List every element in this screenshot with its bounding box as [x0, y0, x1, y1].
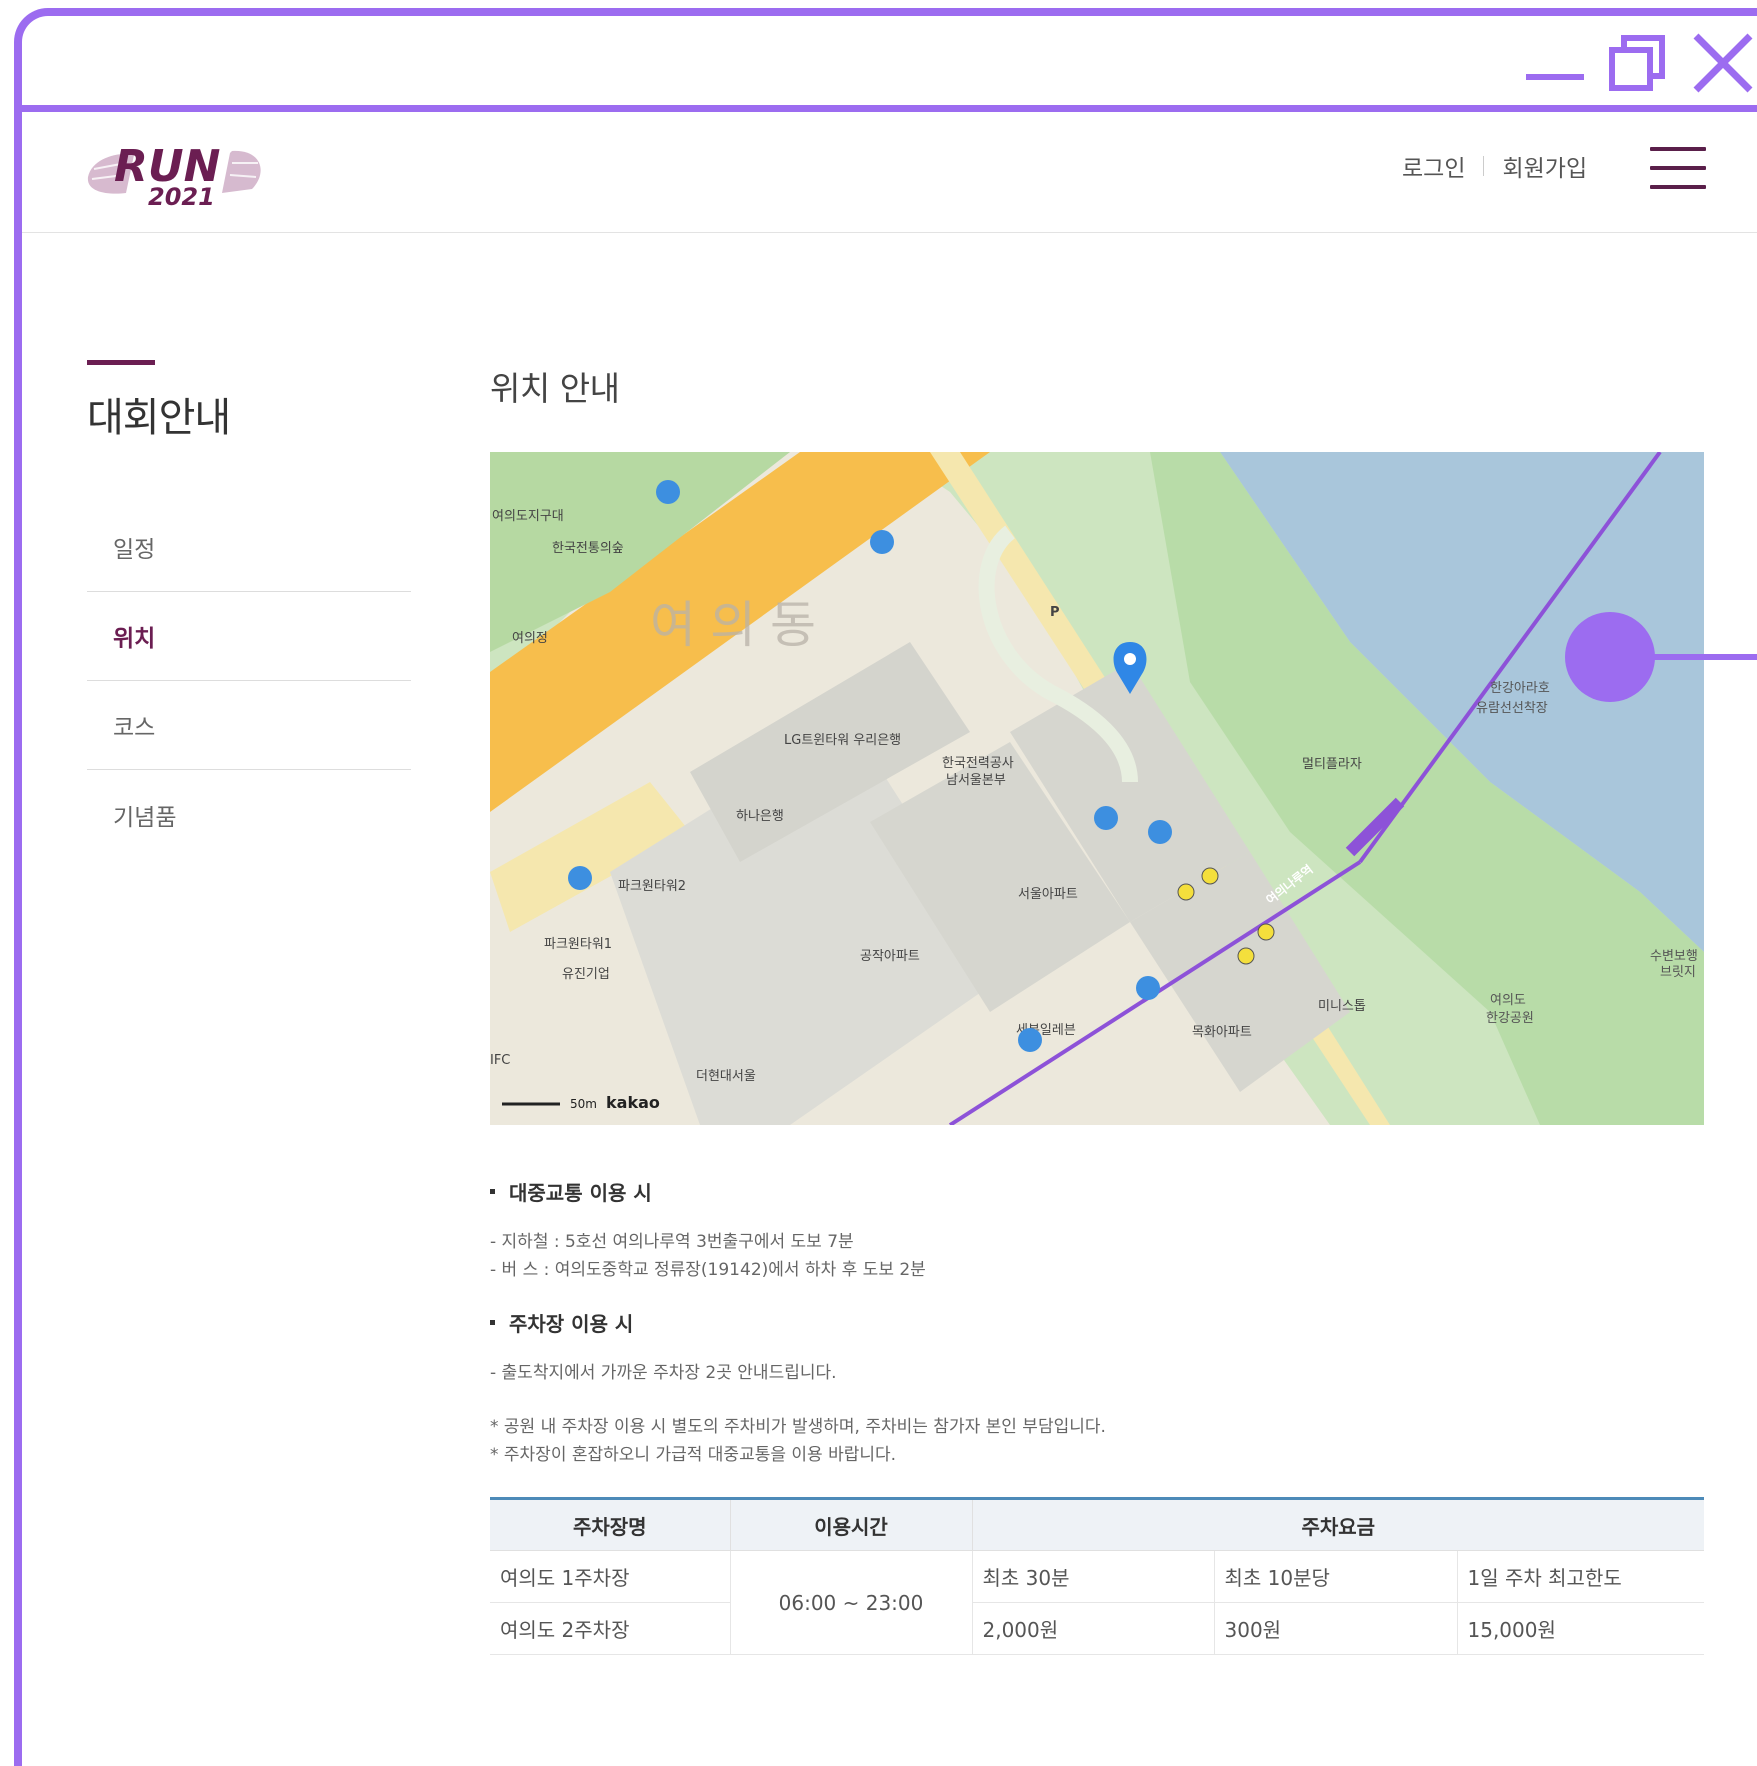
svg-text:남서울본부: 남서울본부	[946, 773, 1006, 788]
transit-heading: 대중교통 이용 시	[490, 1177, 1704, 1206]
parking-note: * 공원 내 주차장 이용 시 별도의 주차비가 발생하며, 주차비는 참가자 …	[490, 1417, 1106, 1437]
column-header-fee: 주차요금	[972, 1498, 1704, 1551]
svg-text:한국전력공사: 한국전력공사	[942, 756, 1014, 771]
table-cell: 최초 10분당	[1214, 1550, 1458, 1603]
svg-text:P: P	[1050, 605, 1060, 620]
svg-text:유진기업: 유진기업	[562, 967, 610, 982]
page-title: 위치 안내	[490, 369, 620, 408]
table-row: 여의도 1주차장 06:00 ~ 23:00 최초 30분 최초 10분당 1일…	[490, 1550, 1704, 1655]
svg-text:공작아파트: 공작아파트	[860, 949, 920, 964]
table-cell: 1일 주차 최고한도	[1457, 1550, 1704, 1603]
svg-text:한강공원: 한강공원	[1486, 1011, 1534, 1026]
menu-bar	[1650, 185, 1706, 189]
sidebar: 대회안내 일정 위치 코스 기념품	[87, 360, 411, 859]
svg-text:50m: 50m	[570, 1097, 597, 1111]
link-divider	[1483, 156, 1485, 176]
title-bar	[22, 16, 1757, 112]
sidebar-title: 대회안내	[87, 395, 231, 441]
svg-text:목화아파트: 목화아파트	[1192, 1025, 1252, 1040]
svg-text:한강아라호: 한강아라호	[1490, 681, 1550, 696]
parking-notes: * 공원 내 주차장 이용 시 별도의 주차비가 발생하며, 주차비는 참가자 …	[490, 1413, 1704, 1469]
sidebar-item-course[interactable]: 코스	[87, 681, 411, 770]
drag-handle-line	[1650, 654, 1757, 660]
drag-handle-dot[interactable]	[1565, 612, 1655, 702]
parking-heading: 주차장 이용 시	[490, 1308, 1704, 1337]
svg-text:미니스톱: 미니스톱	[1318, 999, 1366, 1014]
svg-text:파크원타워2: 파크원타워2	[618, 879, 686, 894]
table-row: 여의도 2주차장 2,000원 300원 15,000원	[490, 1602, 1704, 1655]
svg-text:IFC: IFC	[490, 1053, 510, 1068]
svg-text:멀티플라자: 멀티플라자	[1302, 757, 1362, 772]
svg-text:여의도지구대: 여의도지구대	[492, 509, 564, 524]
svg-text:더현대서울: 더현대서울	[696, 1069, 756, 1084]
parking-note: * 주차장이 혼잡하오니 가급적 대중교통을 이용 바랍니다.	[490, 1445, 897, 1465]
auth-links: 로그인 회원가입	[1402, 149, 1587, 183]
svg-text:여의동: 여의동	[650, 596, 830, 654]
hamburger-menu-icon[interactable]	[1650, 147, 1706, 191]
table-cell-hours: 06:00 ~ 23:00	[730, 1550, 973, 1655]
column-header-hours: 이용시간	[730, 1498, 973, 1551]
svg-text:여의도: 여의도	[1490, 993, 1526, 1008]
location-map[interactable]: 여의동 여의도지구대 한국전통의숲 여의정 LG트윈타워 우리은행 한국전력공사…	[490, 452, 1704, 1125]
login-link[interactable]: 로그인	[1402, 149, 1465, 183]
svg-text:수변보행: 수변보행	[1650, 948, 1698, 964]
transit-subway-line: - 지하철 : 5호선 여의나루역 3번출구에서 도보 7분	[490, 1232, 854, 1252]
main-content: 위치 안내 여의동 여의도지구대 한국전통의숲 여의정 LG트윈타워 우리은행 …	[490, 362, 1704, 1655]
minimize-icon[interactable]	[1520, 28, 1590, 98]
svg-text:2021: 2021	[148, 183, 215, 211]
signup-link[interactable]: 회원가입	[1502, 149, 1587, 183]
sidebar-nav: 일정 위치 코스 기념품	[87, 503, 411, 859]
svg-text:여의정: 여의정	[512, 631, 548, 646]
svg-text:하나은행: 하나은행	[736, 808, 784, 824]
window-controls	[1520, 28, 1757, 98]
table-header-row: 주차장명 이용시간 주차요금	[490, 1498, 1704, 1551]
parking-table: 주차장명 이용시간 주차요금 여의도 1주차장 06:00 ~ 23:00 최초…	[490, 1497, 1704, 1655]
svg-text:파크원타워1: 파크원타워1	[544, 937, 612, 952]
menu-bar	[1650, 147, 1706, 151]
sidebar-item-location[interactable]: 위치	[87, 592, 411, 681]
table-cell: 300원	[1214, 1602, 1458, 1655]
column-header-lot: 주차장명	[490, 1498, 731, 1551]
table-cell: 여의도 2주차장	[490, 1602, 731, 1655]
directions-info: 대중교통 이용 시 - 지하철 : 5호선 여의나루역 3번출구에서 도보 7분…	[490, 1177, 1704, 1655]
menu-bar	[1650, 166, 1706, 170]
restore-icon[interactable]	[1604, 28, 1674, 98]
site-header: RUN 2021 로그인 회원가입	[22, 103, 1757, 233]
transit-bus-line: - 버 스 : 여의도중학교 정류장(19142)에서 하차 후 도보 2분	[490, 1260, 926, 1280]
svg-text:유람선선착장: 유람선선착장	[1476, 701, 1548, 716]
sidebar-accent-bar	[87, 360, 155, 365]
run-2021-logo[interactable]: RUN 2021	[82, 133, 272, 213]
svg-text:kakao: kakao	[606, 1093, 660, 1112]
sidebar-item-souvenir[interactable]: 기념품	[87, 770, 411, 859]
svg-text:서울아파트: 서울아파트	[1018, 887, 1078, 902]
sidebar-item-schedule[interactable]: 일정	[87, 503, 411, 592]
table-cell: 15,000원	[1457, 1602, 1704, 1655]
table-cell: 2,000원	[972, 1602, 1215, 1655]
svg-text:브릿지: 브릿지	[1660, 965, 1696, 980]
parking-section: 주차장 이용 시 - 출도착지에서 가까운 주차장 2곳 안내드립니다. * 공…	[490, 1308, 1704, 1469]
table-cell: 여의도 1주차장	[490, 1550, 731, 1603]
table-cell: 최초 30분	[972, 1550, 1215, 1603]
svg-text:LG트윈타워 우리은행: LG트윈타워 우리은행	[784, 732, 901, 748]
parking-intro-line: - 출도착지에서 가까운 주차장 2곳 안내드립니다.	[490, 1363, 837, 1383]
close-icon[interactable]	[1688, 28, 1757, 98]
svg-text:한국전통의숲: 한국전통의숲	[552, 541, 624, 556]
transit-section: 대중교통 이용 시 - 지하철 : 5호선 여의나루역 3번출구에서 도보 7분…	[490, 1177, 1704, 1284]
